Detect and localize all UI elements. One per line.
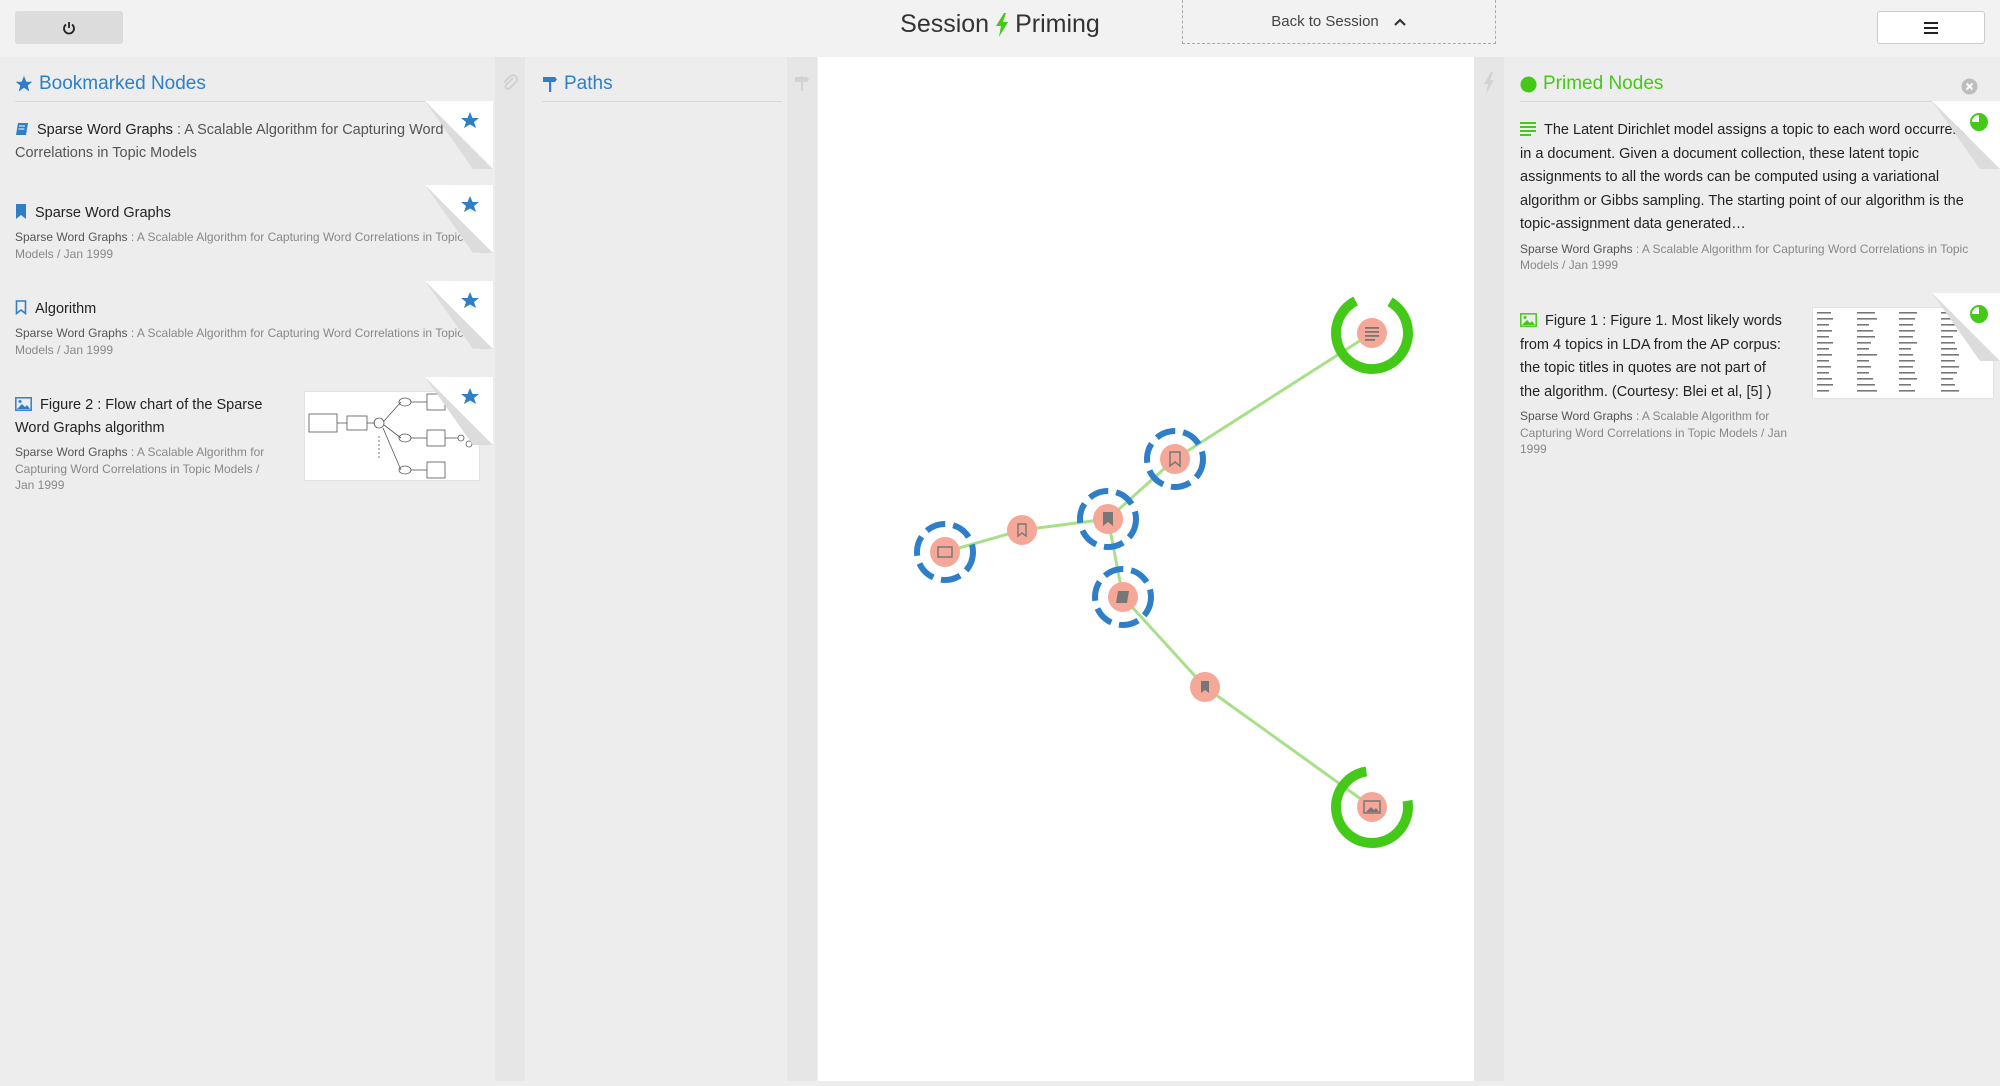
paths-title: Paths: [564, 73, 613, 94]
bookmark-item[interactable]: Algorithm Sparse Word Graphs : A Scalabl…: [15, 298, 493, 358]
graph-edge: [1204, 685, 1373, 809]
graph-edge: [1121, 595, 1207, 689]
star-icon: [15, 75, 33, 92]
image-icon: [1520, 313, 1537, 327]
bookmark-item-source: Sparse Word Graphs: [15, 445, 128, 459]
bookmark-item-title: Algorithm: [35, 301, 97, 317]
signpost-icon: [543, 77, 557, 92]
divider: [542, 101, 782, 102]
circle-icon: [1520, 76, 1537, 92]
graph-canvas[interactable]: [818, 57, 1474, 1081]
bookmark-star-corner[interactable]: [425, 281, 493, 349]
primed-panel: Primed Nodes The Latent Dirichlet model …: [1505, 57, 2000, 1081]
bookmarks-panel: Bookmarked Nodes Sparse Word Graphs : A …: [0, 57, 495, 1081]
bookmarked-node[interactable]: [914, 521, 976, 583]
gutter: [495, 57, 525, 1081]
power-icon: [63, 21, 75, 34]
primed-header: Primed Nodes: [1520, 73, 1663, 95]
primed-node[interactable]: [1323, 284, 1421, 382]
primed-pie-corner[interactable]: [1932, 293, 2000, 361]
graph-svg: [914, 284, 1421, 848]
bookmark-item-source: Sparse Word Graphs: [15, 326, 128, 340]
title-priming: Priming: [1015, 10, 1100, 38]
bookmark-outline-icon: [15, 300, 27, 315]
divider: [1520, 101, 1990, 102]
gutter: [787, 57, 817, 1081]
text-lines-icon: [1520, 122, 1536, 136]
primed-item-source: Sparse Word Graphs: [1520, 409, 1633, 423]
path-node[interactable]: [1007, 515, 1037, 545]
paths-panel: Paths: [525, 57, 787, 1081]
bookmark-item-title: Sparse Word Graphs: [37, 122, 173, 138]
bookmark-item[interactable]: Sparse Word Graphs : A Scalable Algorith…: [15, 119, 493, 165]
book-icon: [16, 123, 28, 135]
bookmarks-title: Bookmarked Nodes: [39, 73, 206, 94]
lightning-icon: [1484, 72, 1494, 94]
top-bar: Session Priming Back to Session: [0, 0, 2000, 57]
bookmarked-node[interactable]: [1144, 428, 1206, 490]
primed-pie-corner[interactable]: [1932, 101, 2000, 169]
hamburger-icon: [1924, 21, 1938, 34]
bookmarks-header: Bookmarked Nodes: [15, 73, 206, 95]
primed-item-text: The Latent Dirichlet model assigns a top…: [1520, 122, 1976, 232]
bookmark-item-title: Sparse Word Graphs: [35, 205, 171, 221]
primed-item-text: Figure 1 : Figure 1. Most likely words f…: [1520, 313, 1782, 400]
title-session: Session: [900, 10, 990, 38]
pie-chart-icon: [1970, 113, 1988, 131]
path-node[interactable]: [1190, 672, 1220, 702]
bookmark-star-corner[interactable]: [425, 101, 493, 169]
paperclip-icon: [503, 74, 518, 90]
divider: [15, 101, 493, 102]
bookmarked-node[interactable]: [1077, 488, 1139, 550]
bookmark-icon: [16, 204, 26, 219]
primed-title: Primed Nodes: [1543, 73, 1664, 94]
gutter: [1474, 57, 1504, 1081]
bookmark-item-title: Figure 2 : Flow chart of the Sparse Word…: [15, 397, 263, 436]
app-title: Session Priming: [880, 10, 1120, 39]
back-to-session-label: Back to Session: [1271, 13, 1379, 30]
bookmark-star-corner[interactable]: [425, 377, 493, 445]
power-button[interactable]: [15, 11, 123, 44]
image-icon: [15, 397, 32, 411]
book-icon: [1116, 591, 1129, 603]
primed-item-source: Sparse Word Graphs: [1520, 241, 1633, 256]
clear-primed-button[interactable]: [1961, 78, 1978, 95]
paths-header: Paths: [542, 73, 613, 95]
bookmark-item-source: Sparse Word Graphs: [15, 230, 128, 244]
bookmark-star-corner[interactable]: [425, 185, 493, 253]
menu-button[interactable]: [1877, 11, 1985, 44]
chevron-up-icon: [1394, 17, 1406, 26]
primed-item[interactable]: The Latent Dirichlet model assigns a top…: [1520, 119, 1980, 274]
bookmark-item[interactable]: Sparse Word Graphs Sparse Word Graphs : …: [15, 202, 493, 262]
pie-chart-icon: [1970, 305, 1988, 323]
primed-item[interactable]: Figure 1 : Figure 1. Most likely words f…: [1520, 310, 1790, 458]
signpost-icon: [795, 76, 809, 91]
primed-node[interactable]: [1330, 765, 1413, 848]
back-to-session-button[interactable]: Back to Session: [1182, 0, 1496, 44]
lightning-icon: [996, 12, 1009, 37]
